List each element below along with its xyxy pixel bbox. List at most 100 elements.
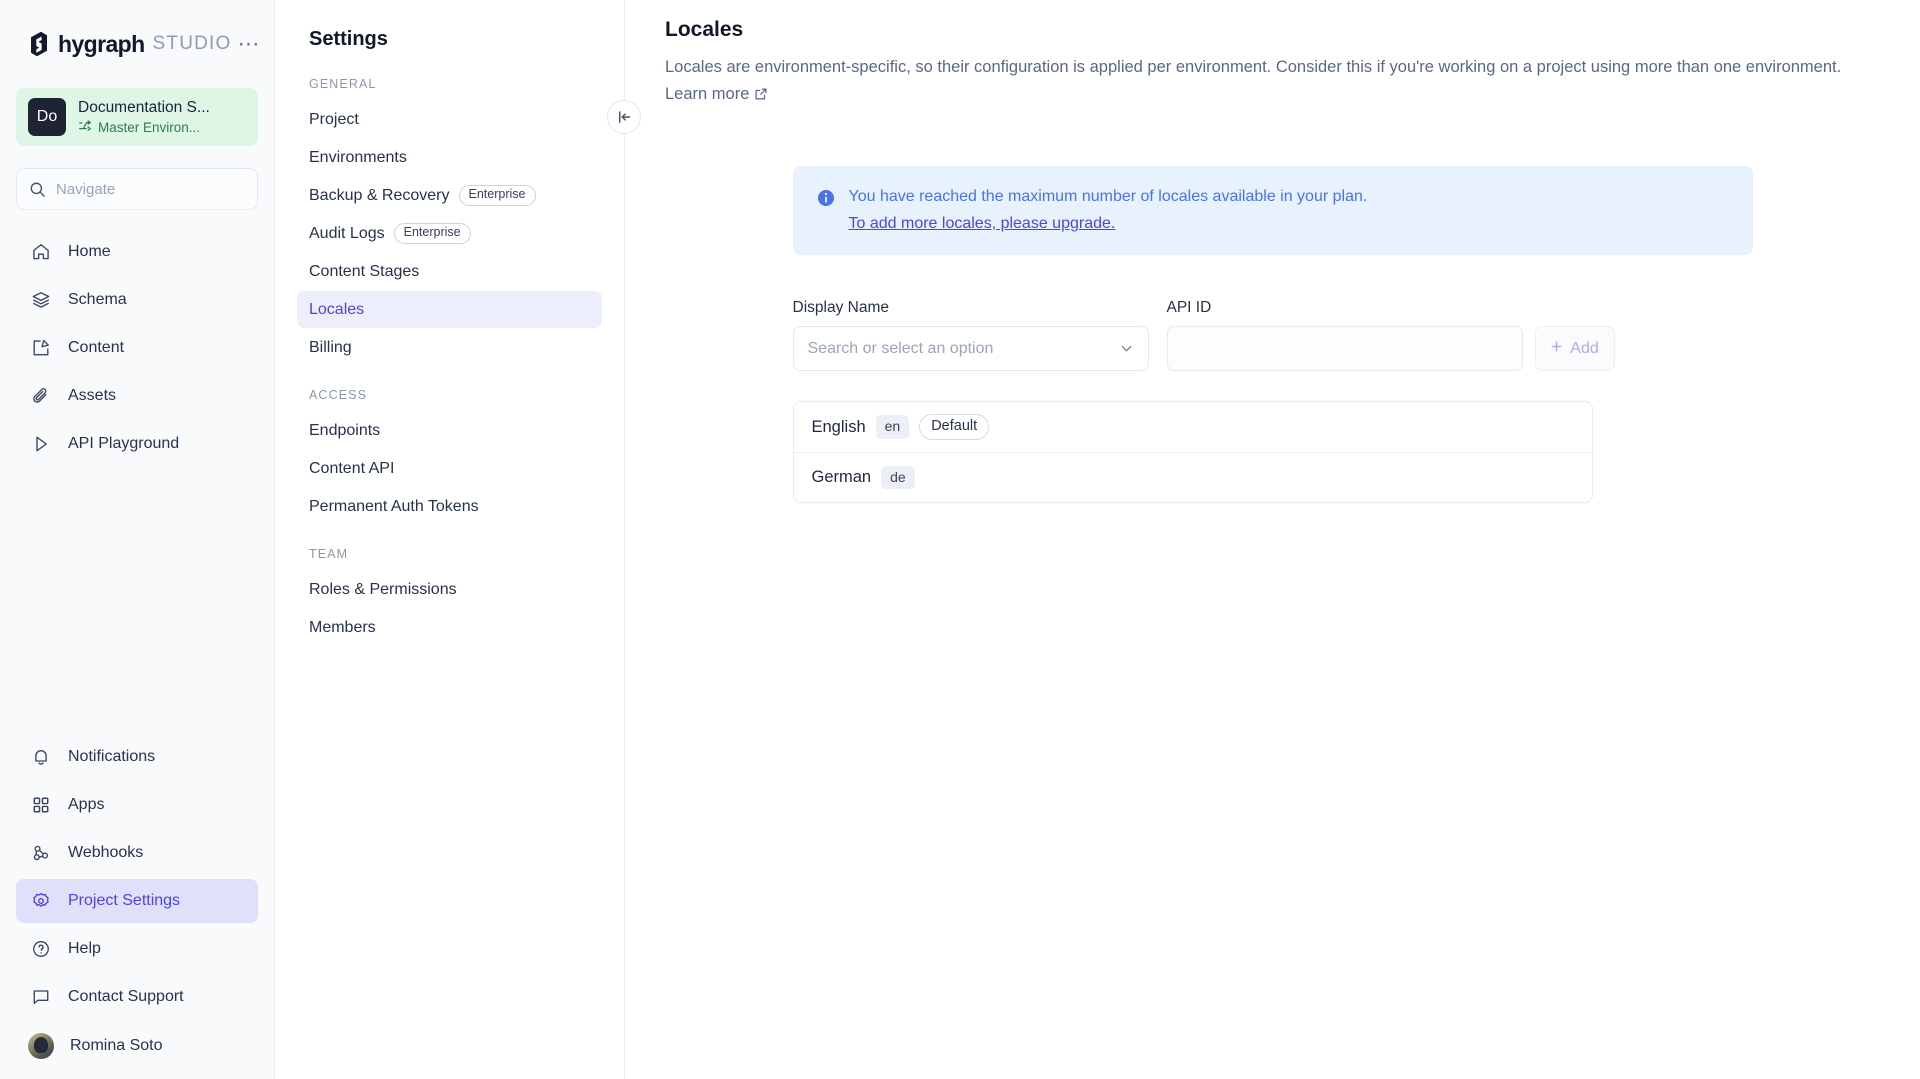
webhook-icon <box>30 842 52 864</box>
settings-item-label: Permanent Auth Tokens <box>309 498 479 516</box>
sidebar-item-webhooks[interactable]: Webhooks <box>16 831 258 875</box>
settings-item-label: Project <box>309 111 359 129</box>
chat-bubble-icon <box>30 986 52 1008</box>
home-icon <box>30 241 52 263</box>
default-badge: Default <box>919 414 989 440</box>
sidebar-item-apps[interactable]: Apps <box>16 783 258 827</box>
locale-code-chip: de <box>881 466 915 489</box>
settings-item-label: Content Stages <box>309 263 419 281</box>
settings-item-locales[interactable]: Locales <box>297 291 602 328</box>
settings-item-billing[interactable]: Billing <box>297 329 602 366</box>
user-menu[interactable]: Romina Soto <box>16 1023 258 1069</box>
clock-icon[interactable] <box>255 180 258 198</box>
sidebar-item-label: Help <box>68 940 101 958</box>
plus-icon <box>1550 340 1563 358</box>
sidebar-item-label: Content <box>68 339 124 357</box>
secondary-nav: Notifications Apps Webho <box>0 733 274 1079</box>
settings-item-endpoints[interactable]: Endpoints <box>297 412 602 449</box>
plan-limit-banner: You have reached the maximum number of l… <box>793 166 1753 255</box>
sidebar-item-label: Assets <box>68 387 116 405</box>
settings-item-label: Roles & Permissions <box>309 581 457 599</box>
settings-item-label: Locales <box>309 301 364 319</box>
settings-item-label: Audit Logs <box>309 225 385 243</box>
primary-nav: Home Schema Content <box>0 228 274 468</box>
settings-item-label: Backup & Recovery <box>309 187 450 205</box>
project-environment-label: Master Environ... <box>98 120 200 135</box>
settings-item-members[interactable]: Members <box>297 609 602 646</box>
brand-suffix: STUDIO <box>153 33 232 55</box>
search-input[interactable] <box>56 181 255 198</box>
settings-item-content-api[interactable]: Content API <box>297 450 602 487</box>
api-id-label: API ID <box>1167 299 1523 317</box>
upgrade-link[interactable]: To add more locales, please upgrade. <box>849 215 1116 233</box>
page-description-text: Locales are environment-specific, so the… <box>665 58 1841 76</box>
grid-icon <box>30 794 52 816</box>
project-environment: Master Environ... <box>78 119 210 136</box>
settings-item-environments[interactable]: Environments <box>297 139 602 176</box>
settings-group-team-label: TEAM <box>297 547 602 561</box>
add-locale-form: Display Name Search or select an option … <box>793 299 1753 371</box>
enterprise-badge: Enterprise <box>394 223 471 244</box>
bell-icon <box>30 746 52 768</box>
settings-item-label: Members <box>309 619 376 637</box>
sidebar-item-label: Apps <box>68 796 104 814</box>
layers-icon <box>30 289 52 311</box>
settings-group-general-label: GENERAL <box>297 77 602 91</box>
display-name-field: Display Name Search or select an option <box>793 299 1149 371</box>
project-name: Documentation S... <box>78 99 210 117</box>
banner-body: You have reached the maximum number of l… <box>849 186 1368 233</box>
sidebar-item-content[interactable]: Content <box>16 326 258 370</box>
sidebar-item-contact-support[interactable]: Contact Support <box>16 975 258 1019</box>
content-column: You have reached the maximum number of l… <box>793 166 1753 503</box>
brand-name: hygraph <box>58 31 145 58</box>
search-icon <box>17 181 56 198</box>
api-id-input[interactable] <box>1167 326 1523 371</box>
info-icon <box>817 189 835 212</box>
display-name-select[interactable]: Search or select an option <box>793 326 1149 371</box>
enterprise-badge: Enterprise <box>459 185 536 206</box>
list-item[interactable]: English en Default <box>794 402 1592 452</box>
left-sidebar: hygraph STUDIO ⋯ Do Documentation S... M… <box>0 0 275 1079</box>
question-circle-icon <box>30 938 52 960</box>
sidebar-item-label: API Playground <box>68 435 179 453</box>
avatar <box>28 1033 54 1059</box>
settings-item-content-stages[interactable]: Content Stages <box>297 253 602 290</box>
user-name: Romina Soto <box>70 1037 163 1055</box>
display-name-label: Display Name <box>793 299 1149 317</box>
edit-square-icon <box>30 337 52 359</box>
project-switcher[interactable]: Do Documentation S... Master Environ... <box>16 88 258 146</box>
settings-item-project[interactable]: Project <box>297 101 602 138</box>
learn-more-link[interactable]: Learn more <box>665 85 749 103</box>
settings-item-label: Endpoints <box>309 422 380 440</box>
settings-item-permanent-auth-tokens[interactable]: Permanent Auth Tokens <box>297 488 602 525</box>
api-id-field: API ID <box>1167 299 1523 371</box>
sidebar-item-api-playground[interactable]: API Playground <box>16 422 258 466</box>
project-meta: Documentation S... Master Environ... <box>78 99 210 136</box>
settings-item-audit-logs[interactable]: Audit Logs Enterprise <box>297 215 602 252</box>
navigate-search[interactable] <box>16 168 258 210</box>
settings-item-label: Environments <box>309 149 407 167</box>
ellipsis-icon[interactable]: ⋯ <box>232 35 267 53</box>
sidebar-item-schema[interactable]: Schema <box>16 278 258 322</box>
sidebar-item-project-settings[interactable]: Project Settings <box>16 879 258 923</box>
sidebar-item-notifications[interactable]: Notifications <box>16 735 258 779</box>
add-locale-button[interactable]: Add <box>1535 326 1615 371</box>
list-item[interactable]: German de <box>794 452 1592 502</box>
collapse-panel-icon[interactable] <box>607 100 641 134</box>
settings-panel: Settings GENERAL Project Environments Ba… <box>275 0 625 1079</box>
sidebar-item-label: Schema <box>68 291 127 309</box>
add-locale-label: Add <box>1570 340 1598 358</box>
play-triangle-icon <box>30 433 52 455</box>
sidebar-item-home[interactable]: Home <box>16 230 258 274</box>
chevron-down-icon <box>1119 341 1134 356</box>
sidebar-item-help[interactable]: Help <box>16 927 258 971</box>
settings-item-roles-permissions[interactable]: Roles & Permissions <box>297 571 602 608</box>
sidebar-item-assets[interactable]: Assets <box>16 374 258 418</box>
branch-icon <box>78 119 92 136</box>
brand-row: hygraph STUDIO ⋯ <box>0 0 274 64</box>
sidebar-item-label: Project Settings <box>68 892 180 910</box>
banner-text: You have reached the maximum number of l… <box>849 186 1368 208</box>
settings-item-backup-recovery[interactable]: Backup & Recovery Enterprise <box>297 177 602 214</box>
sidebar-item-label: Contact Support <box>68 988 184 1006</box>
settings-title: Settings <box>297 28 602 51</box>
